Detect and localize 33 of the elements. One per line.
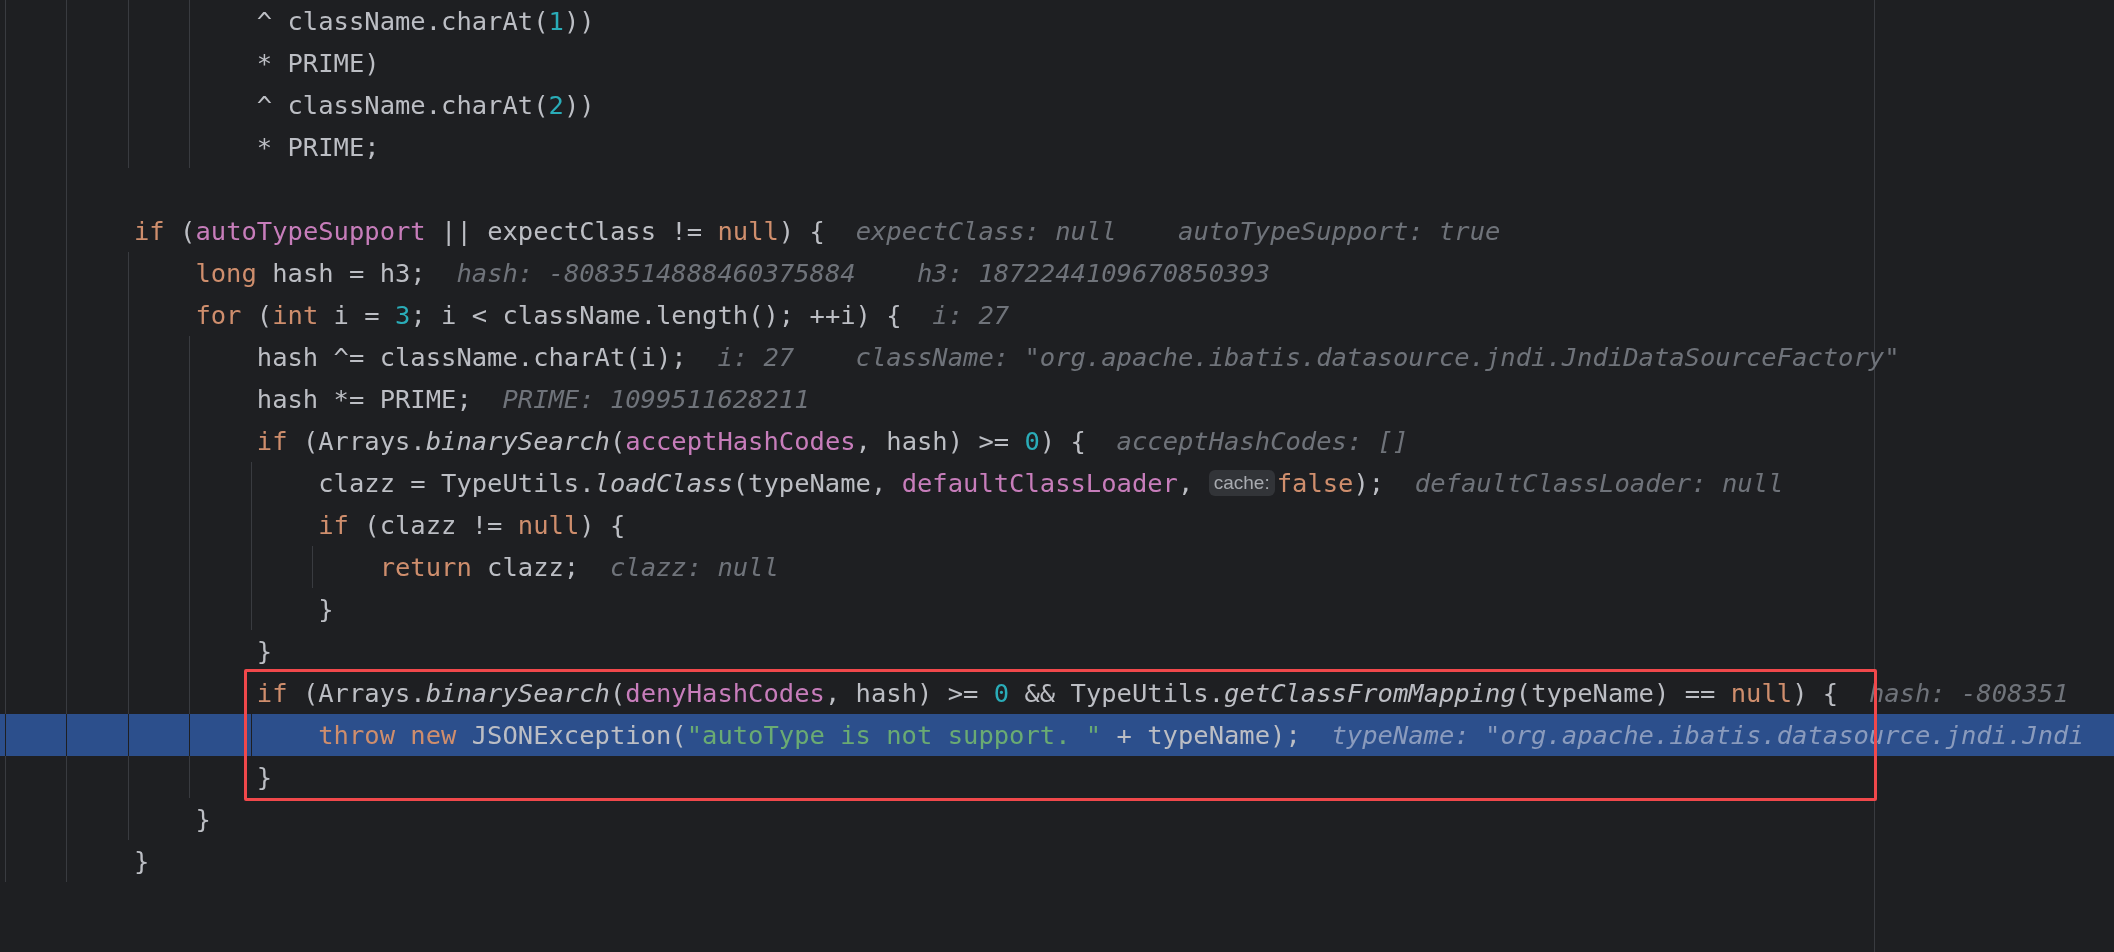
inline-value-hint: autoTypeSupport: true [1178, 215, 1501, 248]
code-text: if (clazz != null) { [318, 509, 626, 542]
code-text: false); [1276, 467, 1385, 500]
code-text: } [318, 593, 334, 626]
code-text: * PRIME) [256, 47, 380, 80]
code-text: return clazz; [379, 551, 580, 584]
inline-value-hint: defaultClassLoader: null [1414, 467, 1784, 500]
inline-value-hint: h3: 1872244109670850393 [917, 257, 1271, 290]
code-text: if (autoTypeSupport || expectClass != null) { [134, 215, 825, 248]
code-text: clazz = TypeUtils.loadClass(typeName, defaultClassLoader, [318, 467, 1195, 500]
inline-value-hint: hash: -8083514888460375884 [456, 257, 856, 290]
parameter-name-hint: cache: [1208, 470, 1275, 496]
code-text: for (int i = 3; i < className.length(); ++i) { [195, 299, 902, 332]
inline-value-hint: i: 27 [932, 299, 1010, 332]
code-text: } [256, 635, 273, 668]
inline-value-hint: acceptHashCodes: [] [1116, 425, 1409, 458]
code-text: if (Arrays.binarySearch(acceptHashCodes, hash) >= 0) { [256, 425, 1086, 458]
code-text: ^ className.charAt(1)) [256, 5, 595, 38]
code-text: if (Arrays.binarySearch(denyHashCodes, hash) >= 0 && TypeUtils.getClassFromMapping(typeName) == null) { [256, 677, 1839, 710]
code-text: } [134, 845, 150, 878]
code-text: long hash = h3; [195, 257, 426, 290]
inline-value-hint: className: "org.apache.ibatis.datasource.jndi.JndiDataSourceFactory" [855, 341, 1900, 374]
code-text: } [256, 761, 273, 794]
code-text: ^ className.charAt(2)) [256, 89, 595, 122]
code-text: hash ^= className.charAt(i); [256, 341, 687, 374]
inline-value-hint: PRIME: 1099511628211 [502, 383, 810, 416]
inline-value-hint: expectClass: null [855, 215, 1117, 248]
code-text: hash *= PRIME; [256, 383, 472, 416]
inline-value-hint: i: 27 [717, 341, 795, 374]
inline-value-hint: clazz: null [609, 551, 779, 584]
code-text: } [195, 803, 211, 836]
code-text: * PRIME; [256, 131, 380, 164]
code-text: throw new JSONException("autoType is not support. " + typeName); [318, 719, 1301, 752]
